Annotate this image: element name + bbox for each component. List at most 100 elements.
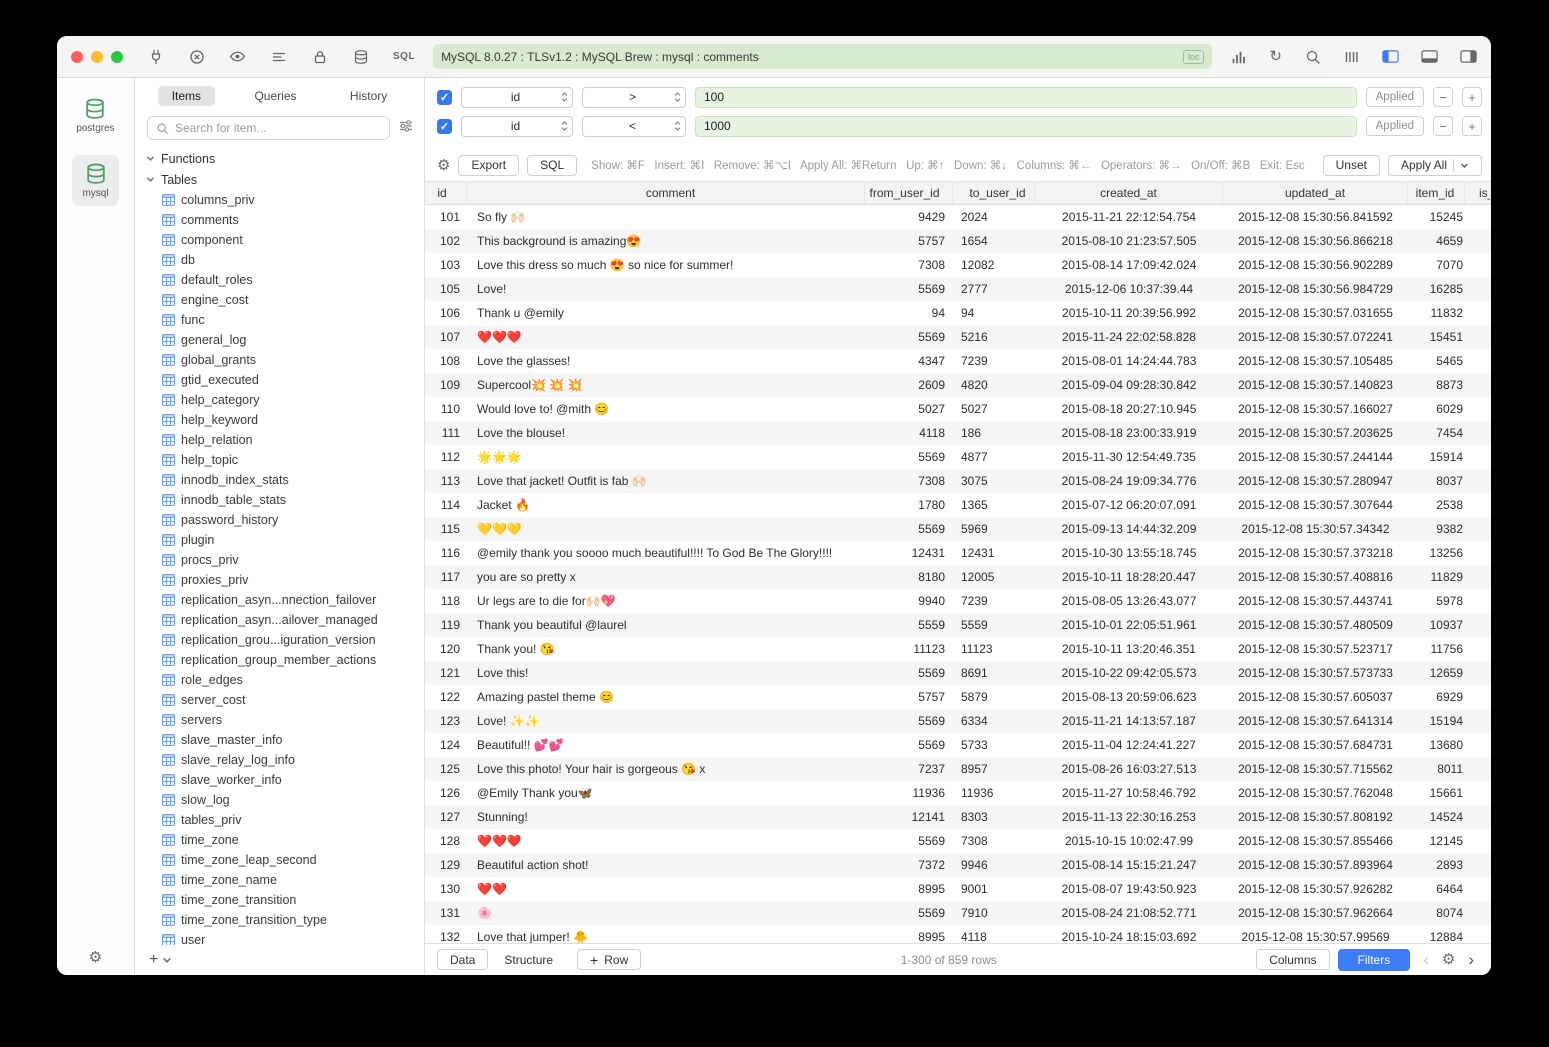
sidebar-table-item[interactable]: general_log	[135, 330, 424, 350]
cell-updated_at[interactable]: 2015-12-08 15:30:57.808192	[1223, 805, 1408, 829]
cell-created_at[interactable]: 2015-08-13 20:59:06.623	[1035, 685, 1223, 709]
cell-is_[interactable]	[1465, 853, 1491, 877]
cell-to_user_id[interactable]: 11123	[953, 637, 1035, 661]
cell-id[interactable]: 101	[425, 205, 467, 229]
sidebar-table-item[interactable]: replication_grou...iguration_version	[135, 630, 424, 650]
filter-settings-gear-icon[interactable]: ⚙	[437, 158, 450, 173]
cell-created_at[interactable]: 2015-10-24 18:15:03.692	[1035, 925, 1223, 943]
cell-to_user_id[interactable]: 4877	[953, 445, 1035, 469]
cell-updated_at[interactable]: 2015-12-08 15:30:57.072241	[1223, 325, 1408, 349]
export-button[interactable]: Export	[458, 155, 519, 176]
cell-from_user_id[interactable]: 7237	[865, 757, 953, 781]
cell-is_[interactable]	[1465, 421, 1491, 445]
cell-is_[interactable]	[1465, 541, 1491, 565]
applied-button[interactable]: Applied	[1366, 87, 1424, 107]
sidebar-table-item[interactable]: help_keyword	[135, 410, 424, 430]
filter-operator-select[interactable]: >	[582, 87, 686, 108]
cell-created_at[interactable]: 2015-08-01 14:24:44.783	[1035, 349, 1223, 373]
cell-id[interactable]: 126	[425, 781, 467, 805]
table-row[interactable]: 117you are so pretty x8180120052015-10-1…	[425, 565, 1491, 589]
refresh-icon[interactable]: ↻	[1269, 49, 1282, 64]
cell-created_at[interactable]: 2015-11-13 22:30:16.253	[1035, 805, 1223, 829]
cell-comment[interactable]: Stunning!	[467, 805, 865, 829]
cell-item_id[interactable]: 11832	[1408, 301, 1465, 325]
table-row[interactable]: 109Supercool💥 💥 💥260948202015-09-04 09:2…	[425, 373, 1491, 397]
cell-to_user_id[interactable]: 8957	[953, 757, 1035, 781]
cell-comment[interactable]: 💛💛💛	[467, 517, 865, 541]
sidebar-table-item[interactable]: replication_asyn...nnection_failover	[135, 590, 424, 610]
connection-postgres[interactable]: postgres	[66, 90, 124, 141]
cell-item_id[interactable]: 15451	[1408, 325, 1465, 349]
cell-comment[interactable]: Beautiful action shot!	[467, 853, 865, 877]
cell-updated_at[interactable]: 2015-12-08 15:30:57.762048	[1223, 781, 1408, 805]
data-tab-button[interactable]: Data	[437, 949, 488, 970]
cell-is_[interactable]	[1465, 253, 1491, 277]
cell-created_at[interactable]: 2015-10-11 13:20:46.351	[1035, 637, 1223, 661]
cell-is_[interactable]	[1465, 877, 1491, 901]
sidebar-table-item[interactable]: global_grants	[135, 350, 424, 370]
table-row[interactable]: 120Thank you! 😘11123111232015-10-11 13:2…	[425, 637, 1491, 661]
cell-is_[interactable]	[1465, 277, 1491, 301]
sidebar-table-item[interactable]: time_zone_name	[135, 870, 424, 890]
cell-to_user_id[interactable]: 7910	[953, 901, 1035, 925]
cell-comment[interactable]: Love the blouse!	[467, 421, 865, 445]
cell-from_user_id[interactable]: 5569	[865, 829, 953, 853]
cell-updated_at[interactable]: 2015-12-08 15:30:57.031655	[1223, 301, 1408, 325]
lock-icon[interactable]	[311, 48, 328, 65]
section-functions[interactable]: Functions	[135, 148, 424, 169]
cell-is_[interactable]	[1465, 349, 1491, 373]
chevron-down-icon[interactable]	[162, 955, 172, 965]
table-row[interactable]: 113Love that jacket! Outfit is fab 🙌🏻730…	[425, 469, 1491, 493]
column-header-from-user-id[interactable]: from_user_id	[865, 182, 953, 204]
cell-to_user_id[interactable]: 5216	[953, 325, 1035, 349]
cell-id[interactable]: 107	[425, 325, 467, 349]
cell-updated_at[interactable]: 2015-12-08 15:30:57.855466	[1223, 829, 1408, 853]
tab-queries[interactable]: Queries	[240, 86, 310, 106]
sidebar-table-item[interactable]: procs_priv	[135, 550, 424, 570]
cell-id[interactable]: 114	[425, 493, 467, 517]
cell-updated_at[interactable]: 2015-12-08 15:30:57.166027	[1223, 397, 1408, 421]
tab-items[interactable]: Items	[158, 86, 215, 106]
sidebar-table-item[interactable]: time_zone_leap_second	[135, 850, 424, 870]
sidebar-table-item[interactable]: engine_cost	[135, 290, 424, 310]
cell-comment[interactable]: @emily thank you soooo much beautiful!!!…	[467, 541, 865, 565]
cell-from_user_id[interactable]: 94	[865, 301, 953, 325]
table-row[interactable]: 131🌸556979102015-08-24 21:08:52.7712015-…	[425, 901, 1491, 925]
cell-id[interactable]: 115	[425, 517, 467, 541]
cell-id[interactable]: 129	[425, 853, 467, 877]
cell-to_user_id[interactable]: 5969	[953, 517, 1035, 541]
cell-updated_at[interactable]: 2015-12-08 15:30:57.926282	[1223, 877, 1408, 901]
cell-created_at[interactable]: 2015-08-26 16:03:27.513	[1035, 757, 1223, 781]
cell-updated_at[interactable]: 2015-12-08 15:30:57.373218	[1223, 541, 1408, 565]
cell-is_[interactable]	[1465, 397, 1491, 421]
cell-item_id[interactable]: 8074	[1408, 901, 1465, 925]
cell-updated_at[interactable]: 2015-12-08 15:30:57.307644	[1223, 493, 1408, 517]
cell-is_[interactable]	[1465, 373, 1491, 397]
disconnect-icon[interactable]	[188, 48, 205, 65]
table-row[interactable]: 114Jacket 🔥178013652015-07-12 06:20:07.0…	[425, 493, 1491, 517]
cell-item_id[interactable]: 2893	[1408, 853, 1465, 877]
cell-comment[interactable]: Supercool💥 💥 💥	[467, 373, 865, 397]
cell-is_[interactable]	[1465, 925, 1491, 943]
cell-from_user_id[interactable]: 5569	[865, 661, 953, 685]
cell-created_at[interactable]: 2015-08-24 19:09:34.776	[1035, 469, 1223, 493]
cell-created_at[interactable]: 2015-08-24 21:08:52.771	[1035, 901, 1223, 925]
cell-to_user_id[interactable]: 1365	[953, 493, 1035, 517]
cell-to_user_id[interactable]: 6334	[953, 709, 1035, 733]
add-item-button[interactable]: +	[149, 952, 158, 968]
cell-to_user_id[interactable]: 5559	[953, 613, 1035, 637]
cell-item_id[interactable]: 9382	[1408, 517, 1465, 541]
sidebar-table-item[interactable]: db	[135, 250, 424, 270]
cell-comment[interactable]: Love this!	[467, 661, 865, 685]
cell-comment[interactable]: Love this photo! Your hair is gorgeous 😘…	[467, 757, 865, 781]
sidebar-table-item[interactable]: innodb_index_stats	[135, 470, 424, 490]
table-row[interactable]: 116@emily thank you soooo much beautiful…	[425, 541, 1491, 565]
cell-to_user_id[interactable]: 12005	[953, 565, 1035, 589]
table-row[interactable]: 111Love the blouse!41181862015-08-18 23:…	[425, 421, 1491, 445]
cell-item_id[interactable]: 12659	[1408, 661, 1465, 685]
cell-from_user_id[interactable]: 5757	[865, 229, 953, 253]
cell-is_[interactable]	[1465, 517, 1491, 541]
view-columns-icon[interactable]	[1343, 48, 1360, 65]
cell-item_id[interactable]: 11756	[1408, 637, 1465, 661]
cell-from_user_id[interactable]: 11936	[865, 781, 953, 805]
